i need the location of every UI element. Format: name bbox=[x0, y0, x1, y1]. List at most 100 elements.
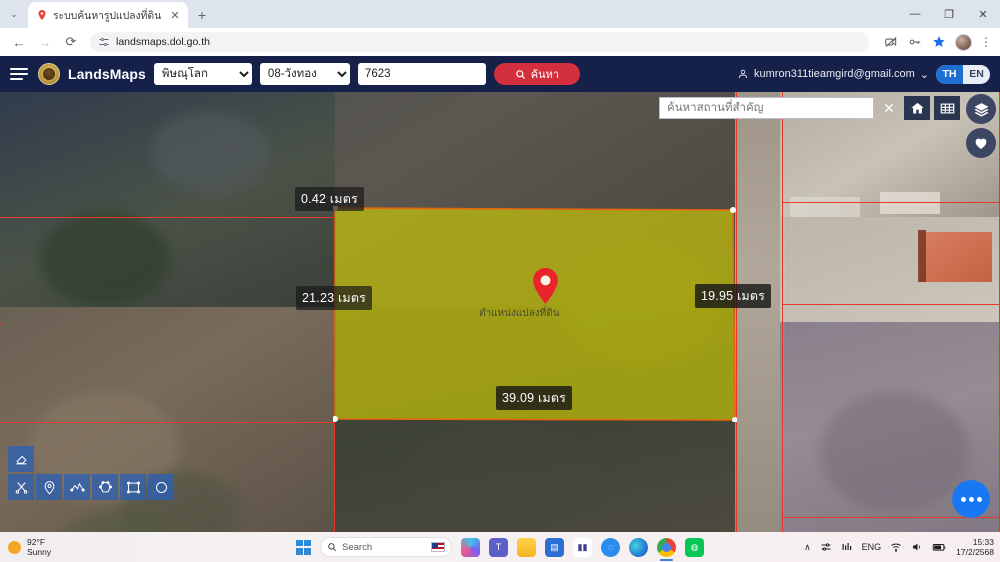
map-pin-icon bbox=[36, 9, 48, 21]
address-bar-url: landsmaps.dol.go.th bbox=[116, 36, 210, 48]
rectangle-tool-button[interactable] bbox=[120, 474, 146, 500]
browser-tab-strip: ⌄ ระบบค้นหารูปแปลงที่ดิน (LandsMa ✕ + — … bbox=[0, 0, 1000, 28]
tray-chevron-icon[interactable]: ∧ bbox=[804, 542, 811, 553]
browser-toolbar-icons: ⋮ bbox=[877, 34, 992, 51]
profile-avatar[interactable] bbox=[955, 34, 972, 51]
eraser-tool-button[interactable] bbox=[8, 446, 34, 472]
tab-list-chevron-icon[interactable]: ⌄ bbox=[0, 0, 28, 28]
circle-tool-button[interactable] bbox=[148, 474, 174, 500]
taskbar-search-placeholder: Search bbox=[342, 542, 372, 553]
search-button-label: ค้นหา bbox=[531, 65, 559, 83]
minimize-icon[interactable]: — bbox=[898, 0, 932, 28]
home-icon[interactable] bbox=[904, 96, 930, 120]
us-flag-icon bbox=[431, 542, 445, 552]
taskbar-app-line[interactable]: ◍ bbox=[685, 538, 704, 557]
taskbar-app-messenger[interactable]: ◌ bbox=[601, 538, 620, 557]
lang-th-button[interactable]: TH bbox=[936, 65, 963, 84]
back-icon[interactable]: ← bbox=[8, 31, 30, 53]
language-toggle: TH EN bbox=[936, 65, 990, 84]
taskbar-app-teams[interactable]: T bbox=[489, 538, 508, 557]
taskbar-app-store[interactable]: ▤ bbox=[545, 538, 564, 557]
tune-icon bbox=[98, 36, 110, 48]
taskbar-app-clipchamp[interactable]: ▮▮ bbox=[573, 538, 592, 557]
layers-icon[interactable] bbox=[966, 94, 996, 124]
reload-icon[interactable]: ⟳ bbox=[60, 31, 82, 53]
close-icon[interactable]: ✕ bbox=[168, 9, 182, 22]
grid-icon[interactable] bbox=[934, 96, 960, 120]
hamburger-icon[interactable] bbox=[10, 68, 30, 80]
speaker-icon[interactable] bbox=[911, 541, 923, 553]
more-options-fab[interactable] bbox=[952, 480, 990, 518]
lang-en-button[interactable]: EN bbox=[963, 65, 990, 84]
address-bar[interactable]: landsmaps.dol.go.th bbox=[90, 32, 869, 52]
draw-tools-row-bottom bbox=[8, 474, 174, 500]
battery-icon[interactable] bbox=[932, 541, 947, 553]
camera-off-icon[interactable] bbox=[883, 34, 899, 50]
measurement-label-bottom: 39.09 เมตร bbox=[496, 386, 572, 410]
wifi-icon[interactable] bbox=[890, 541, 902, 553]
map-pin-icon bbox=[42, 480, 57, 495]
screen: ⌄ ระบบค้นหารูปแปลงที่ดิน (LandsMa ✕ + — … bbox=[0, 0, 1000, 562]
district-select[interactable]: 08-วังทอง bbox=[260, 63, 350, 85]
draw-tools-row-top bbox=[8, 446, 174, 472]
chart-icon[interactable] bbox=[841, 541, 853, 553]
taskbar-search[interactable]: Search bbox=[320, 537, 452, 557]
more-dots-icon bbox=[977, 497, 982, 502]
taskbar-weather[interactable]: 92°F Sunny bbox=[0, 537, 51, 557]
clock-time: 15:33 bbox=[956, 537, 994, 547]
search-icon bbox=[515, 69, 526, 80]
user-email: kumron311tieamgird@gmail.com bbox=[754, 68, 915, 80]
sun-icon bbox=[8, 541, 21, 554]
eraser-icon bbox=[14, 452, 29, 467]
user-account[interactable]: kumron311tieamgird@gmail.com ⌄ bbox=[737, 68, 929, 81]
clock-date: 17/2/2568 bbox=[956, 547, 994, 557]
taskbar-app-file-explorer[interactable] bbox=[517, 538, 536, 557]
browser-tab[interactable]: ระบบค้นหารูปแปลงที่ดิน (LandsMa ✕ bbox=[28, 2, 188, 28]
line-tool-button[interactable] bbox=[64, 474, 90, 500]
brand-seal-logo bbox=[38, 63, 60, 85]
close-window-icon[interactable]: ✕ bbox=[966, 0, 1000, 28]
heart-icon[interactable] bbox=[966, 128, 996, 158]
parcel-number-input[interactable] bbox=[358, 63, 486, 85]
place-search-input[interactable] bbox=[659, 97, 874, 119]
measurement-label-top: 0.42 เมตร bbox=[295, 187, 364, 211]
taskbar-clock[interactable]: 15:33 17/2/2568 bbox=[956, 537, 994, 557]
tray-language[interactable]: ENG bbox=[862, 542, 882, 552]
place-search-group: ✕ bbox=[659, 96, 960, 120]
clear-search-icon[interactable]: ✕ bbox=[878, 96, 900, 120]
app-header: LandsMaps พิษณุโลก 08-วังทอง ค้นหา kumro… bbox=[0, 56, 1000, 92]
taskbar-app-copilot[interactable] bbox=[461, 538, 480, 557]
windows-taskbar: 92°F Sunny Search T ▤ ▮▮ ◌ bbox=[0, 532, 1000, 562]
new-tab-button[interactable]: + bbox=[188, 2, 216, 28]
clear-tool-button[interactable] bbox=[8, 474, 34, 500]
forward-icon[interactable]: → bbox=[34, 31, 56, 53]
key-icon[interactable] bbox=[907, 34, 923, 50]
maximize-icon[interactable]: ❐ bbox=[932, 0, 966, 28]
search-icon bbox=[327, 542, 337, 552]
polygon-tool-button[interactable] bbox=[92, 474, 118, 500]
polygon-icon bbox=[98, 480, 113, 495]
parcel-marker: ตำแหน่งแปลงที่ดิน bbox=[505, 268, 586, 321]
browser-toolbar: ← → ⟳ landsmaps.dol.go.th bbox=[0, 28, 1000, 56]
taskbar-app-chrome[interactable] bbox=[657, 538, 676, 557]
header-right-group: kumron311tieamgird@gmail.com ⌄ TH EN bbox=[737, 65, 990, 84]
star-icon[interactable] bbox=[931, 34, 947, 50]
rectangle-icon bbox=[126, 480, 141, 495]
taskbar-center: Search T ▤ ▮▮ ◌ ◍ bbox=[296, 537, 704, 557]
point-tool-button[interactable] bbox=[36, 474, 62, 500]
map-canvas[interactable]: ตำแหน่งแปลงที่ดิน 0.42 เมตร 21.23 เมตร 1… bbox=[0, 92, 1000, 532]
search-button[interactable]: ค้นหา bbox=[494, 63, 580, 85]
map-pin-icon bbox=[532, 268, 559, 304]
weather-temperature: 92°F bbox=[27, 537, 51, 547]
system-tray: ∧ ENG 15:33 17/2/2568 bbox=[804, 537, 1000, 557]
sliders-icon[interactable] bbox=[820, 541, 832, 553]
map-round-buttons bbox=[966, 94, 996, 158]
start-button[interactable] bbox=[296, 540, 311, 555]
chevron-down-icon[interactable]: ⌄ bbox=[920, 68, 929, 81]
parcel-marker-label: ตำแหน่งแปลงที่ดิน bbox=[479, 306, 560, 321]
person-icon bbox=[737, 68, 749, 80]
circle-icon bbox=[154, 480, 169, 495]
province-select[interactable]: พิษณุโลก bbox=[154, 63, 252, 85]
kebab-menu-icon[interactable]: ⋮ bbox=[980, 38, 992, 46]
taskbar-app-edge[interactable] bbox=[629, 538, 648, 557]
